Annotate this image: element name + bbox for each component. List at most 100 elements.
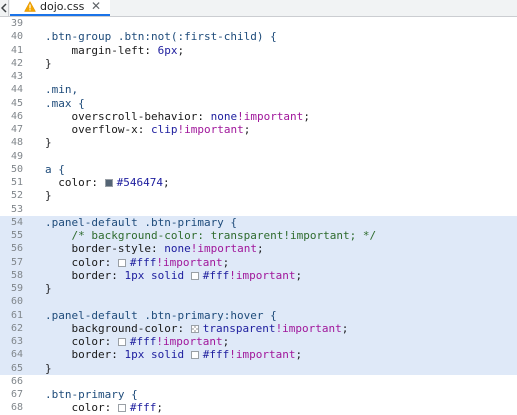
code-line[interactable]: 39 [0,17,517,30]
code-text: /* background-color: transparent!importa… [45,229,376,242]
code-token: clip [150,123,178,136]
code-token: #fff [202,348,230,362]
code-line[interactable]: 59} [0,282,517,296]
code-line[interactable]: 53 [0,203,517,216]
line-number: 56 [10,243,23,255]
color-swatch[interactable] [117,258,126,267]
code-line[interactable]: 45 .max { [0,97,517,110]
code-token: margin-left: [45,43,158,57]
line-number: 43 [10,71,23,82]
code-token: #fff [129,335,157,348]
code-line[interactable]: 60 [0,295,517,309]
code-line[interactable]: 57 color: #fff!important; [0,255,517,269]
code-line[interactable]: 47 overflow-x: clip!important; [0,123,517,136]
code-line[interactable]: 52} [0,189,517,202]
code-line[interactable]: 58 border: 1px solid #fff!important; [0,268,517,282]
code-token: a { [45,162,65,176]
line-number: 52 [10,190,23,202]
code-text: .panel-default .btn-primary { [45,216,237,229]
line-number: 39 [10,18,23,29]
code-token: solid [144,268,191,282]
code-editor[interactable]: 39 40 .btn-group .btn:not(:first-child) {4… [0,17,517,415]
code-token: .panel-default .btn-primary { [45,215,238,229]
line-number: 50 [10,163,23,175]
code-token: ; [243,123,251,136]
code-line[interactable]: 51 color: #546474; [0,176,517,189]
line-number: 45 [10,97,23,109]
line-number: 62 [10,322,23,334]
code-token: #546474 [116,176,163,189]
code-token: } [45,282,52,295]
code-line[interactable]: 61 .panel-default .btn-primary:hover { [0,308,517,322]
code-line[interactable]: 40 .btn-group .btn:not(:first-child) { [0,30,517,43]
code-token: solid [144,348,191,362]
code-line[interactable]: 55 /* background-color: transparent!impo… [0,229,517,243]
line-number: 44 [10,84,23,96]
code-token: overscroll-behavior: [45,109,211,123]
code-token: !important [177,123,244,136]
color-swatch[interactable] [104,179,113,187]
line-number: 65 [10,362,23,374]
code-token: color: [45,176,105,189]
code-text: .min, [45,83,78,96]
line-number: 48 [10,137,23,149]
line-number: 61 [10,309,23,321]
code-line[interactable]: 49 [0,150,517,163]
warning-icon [24,1,36,12]
close-icon[interactable]: ✕ [91,0,101,13]
color-swatch[interactable] [190,324,199,333]
line-number: 58 [10,269,23,281]
color-swatch[interactable] [117,404,126,413]
code-line[interactable]: 44 .min, [0,83,517,96]
code-token: !important [156,335,223,348]
code-line[interactable]: 50 a { [0,163,517,176]
code-token: !important [190,242,257,256]
code-line[interactable]: 42} [0,57,517,70]
code-text: overflow-x: clip!important; [45,123,250,136]
line-number: 63 [10,336,23,347]
code-token: .btn-group .btn:not(:first-child) { [45,30,277,44]
color-swatch[interactable] [190,271,199,280]
code-token: none [210,109,238,123]
color-swatch[interactable] [190,351,199,360]
code-text: border: 1px solid #fff!important; [45,269,302,282]
code-token: ; [303,109,310,123]
code-token: .btn-primary { [45,388,138,401]
code-token: ; [295,348,303,362]
code-line[interactable]: 64 border: 1px solid #fff!important; [0,348,517,362]
code-line[interactable]: 54 .panel-default .btn-primary { [0,215,517,229]
code-text: color: #546474; [45,176,169,189]
line-number: 57 [10,256,23,268]
code-token: border: [45,268,125,282]
code-token: ; [177,43,185,57]
code-text: } [45,136,52,149]
code-line[interactable]: 56 border-style: none!important; [0,242,517,256]
code-line[interactable]: 67 .btn-primary { [0,388,517,401]
code-text: } [45,57,52,70]
code-line[interactable]: 66 [0,375,517,388]
tab-dojo-css[interactable]: dojo.css ✕ [10,0,110,16]
code-token: !important [275,321,342,335]
code-text: } [45,362,52,375]
code-text: a { [45,163,65,176]
code-token: .min, [45,83,79,97]
code-token: ; [222,335,230,348]
code-token: ; [256,242,264,256]
code-line[interactable]: 68 color: #fff; [0,401,517,414]
code-line[interactable]: 43 [0,70,517,83]
line-number: 60 [10,296,23,308]
line-number: 54 [10,216,23,228]
code-line[interactable]: 46 overscroll-behavior: none!important; [0,110,517,123]
code-line[interactable]: 63 color: #fff!important; [0,335,517,349]
code-token: ; [341,321,349,335]
code-token: /* background-color: transparent!importa… [45,229,377,242]
color-swatch[interactable] [117,338,126,346]
code-token: color: [45,401,118,415]
tab-scroll-left-button[interactable] [0,0,9,16]
code-token: #fff [129,255,157,269]
code-line[interactable]: 65} [0,361,517,375]
code-line[interactable]: 48} [0,136,517,149]
code-text: .max { [45,97,85,110]
code-line[interactable]: 41 margin-left: 6px; [0,44,517,57]
code-line[interactable]: 62 background-color: transparent!importa… [0,321,517,335]
